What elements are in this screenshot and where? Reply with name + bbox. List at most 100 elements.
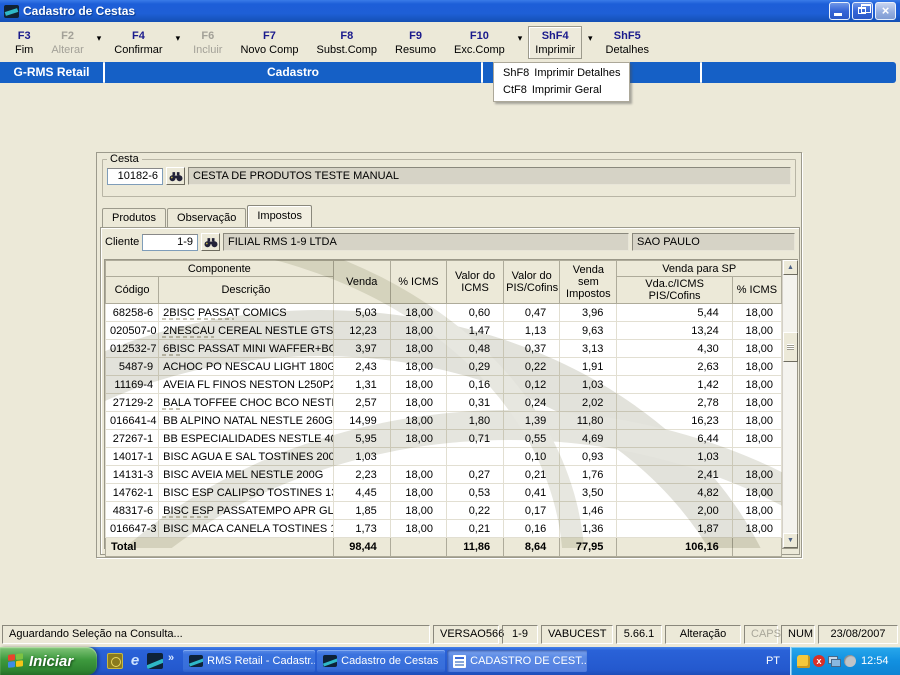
cesta-description-field: CESTA DE PRODUTOS TESTE MANUAL <box>188 167 791 185</box>
cell-descricao: AVEIA FL FINOS NESTON L250P200G <box>158 375 334 394</box>
binoculars-icon <box>169 171 182 181</box>
toolbar-key: F4 <box>131 29 145 42</box>
close-button[interactable]: × <box>875 2 896 20</box>
table-row[interactable]: 14017-1 BISC AGUA E SAL TOSTINES 200G 1,03… <box>104 447 783 466</box>
clock-tray-icon[interactable] <box>844 655 856 667</box>
start-button[interactable]: Iniciar <box>0 647 97 675</box>
cell-descricao: BISC ESP PASSATEMPO APR GLACE <box>158 501 334 520</box>
cesta-code-input[interactable]: 10182-6 <box>107 167 163 185</box>
toolbar-key: ShF4 <box>541 29 569 42</box>
toolbar-dropdown-arrow-icon[interactable]: ▾ <box>584 33 597 44</box>
table-row[interactable]: 016647-3BISC MACA CANELA TOSTINES 180G1,… <box>104 519 783 538</box>
cell-codigo: 020507-0 <box>104 321 160 340</box>
toolbar-button-alterar: F2 Alterar <box>44 26 90 59</box>
table-row[interactable]: 020507-0 2NESCAU CEREAL NESTLE GTS 12,23 18… <box>104 321 783 340</box>
toolbar-button-confirmar[interactable]: F4 Confirmar <box>107 26 169 59</box>
cell-value: 6,44 <box>616 429 733 448</box>
cell-value: 2,00 <box>616 501 733 520</box>
cell-value: 18,00 <box>731 429 783 448</box>
table-row[interactable]: 14762-1BISC ESP CALIPSO TOSTINES 130G4,4… <box>104 483 783 502</box>
impostos-panel: Cliente 1-9 FILIAL RMS 1-9 LTDA SAO PAUL… <box>100 227 800 557</box>
error-tray-icon[interactable]: x <box>813 655 825 667</box>
cell-value: 13,24 <box>616 321 733 340</box>
toolbar-label: Exc.Comp <box>454 43 505 56</box>
table-row[interactable]: 016641-4 BB ALPINO NATAL NESTLE 260G 14,99… <box>104 411 783 430</box>
toolbar-button-incluir: F6 Incluir <box>186 26 229 59</box>
cell-descricao: BB ALPINO NATAL NESTLE 260G <box>158 411 334 430</box>
chevron-double-icon[interactable]: » <box>168 652 174 664</box>
minimize-button[interactable] <box>829 2 850 20</box>
toolbar-button-imprimir[interactable]: ShF4 Imprimir <box>528 25 583 59</box>
toolbar-key: F8 <box>340 29 354 42</box>
total-value: 8,64 <box>503 537 561 557</box>
cell-value: 18,00 <box>389 339 447 358</box>
cell-value: 1,36 <box>559 519 618 538</box>
cell-value: 3,13 <box>559 339 618 358</box>
taskbar-task-rms-retail-cadastr[interactable]: RMS Retail - Cadastr... <box>183 650 316 672</box>
cell-value: 18,00 <box>389 501 447 520</box>
system-tray: x 12:54 <box>790 647 900 675</box>
cell-value: 0,22 <box>445 501 505 520</box>
cell-value: 1,03 <box>616 447 733 466</box>
col-header-venda-sem-impostos: Venda sem Impostos <box>559 260 618 304</box>
toolbar-button-novo-comp[interactable]: F7 Novo Comp <box>233 26 305 59</box>
network-tray-icon[interactable] <box>828 655 841 667</box>
internet-explorer-icon[interactable]: e <box>128 653 142 669</box>
restore-button[interactable] <box>852 2 873 20</box>
launcher-icon[interactable] <box>107 653 123 669</box>
cell-descricao: BALA TOFFEE CHOC BCO NESTLE <box>158 393 334 412</box>
taskbar-task-cadastro-de-cestas[interactable]: Cadastro de Cestas <box>317 650 446 672</box>
cell-value: 2,02 <box>559 393 618 412</box>
status-cell-23-08-2007: 23/08/2007 <box>818 624 898 644</box>
language-indicator[interactable]: PT <box>756 655 790 667</box>
toolbar-dropdown-arrow-icon[interactable]: ▾ <box>172 33 185 44</box>
toolbar-label: Resumo <box>395 43 437 56</box>
table-row[interactable]: 5487-9 ACHOC PO NESCAU LIGHT 180G 2,43 18,0… <box>104 357 783 376</box>
rms-app-icon[interactable] <box>147 653 163 669</box>
table-total: Total 98,44 11,86 8,64 77,95 106,16 <box>105 537 783 557</box>
cesta-search-button[interactable] <box>166 167 185 185</box>
toolbar-button-fim[interactable]: F3 Fim <box>8 26 40 59</box>
toolbar-button-subst-comp[interactable]: F8 Subst.Comp <box>310 26 385 59</box>
cell-value: 0,24 <box>503 393 561 412</box>
toolbar-button-exc-comp[interactable]: F10 Exc.Comp <box>447 26 512 59</box>
scrollbar-thumb[interactable] <box>783 332 798 362</box>
taskbar-task-cadastro-de-cest[interactable]: CADASTRO DE CEST... <box>447 650 588 672</box>
vertical-scrollbar[interactable]: ▲ ▼ <box>782 260 798 548</box>
hand-tray-icon[interactable] <box>797 654 810 668</box>
table-row[interactable]: 68258-6 2BISC PASSAT COMICS 5,03 18,00 0,60 0… <box>104 303 783 322</box>
cell-value: 1,46 <box>559 501 618 520</box>
cell-descricao: BISC MACA CANELA TOSTINES 180G <box>158 519 334 538</box>
cell-descricao: ACHOC PO NESCAU LIGHT 180G <box>158 357 334 376</box>
status-cell-1-9: 1-9 <box>502 624 538 644</box>
cell-value: 12,23 <box>332 321 391 340</box>
toolbar-button-resumo[interactable]: F9 Resumo <box>388 26 443 59</box>
table-row[interactable]: 012532-76BISC PASSAT MINI WAFFER+BONEC3,… <box>104 339 783 358</box>
table-row[interactable]: 14131-3 BISC AVEIA MEL NESTLE 200G 2,23 18,… <box>104 465 783 484</box>
table-row[interactable]: 48317-6BISC ESP PASSATEMPO APR GLACE1,85… <box>104 501 783 520</box>
toolbar-dropdown-arrow-icon[interactable]: ▾ <box>93 33 106 44</box>
status-cell-caps: CAPS <box>744 624 781 644</box>
cell-codigo: 016641-4 <box>104 411 160 430</box>
tab-impostos[interactable]: Impostos <box>247 205 312 227</box>
tab-produtos[interactable]: Produtos <box>102 208 167 227</box>
toolbar-dropdown-arrow-icon[interactable]: ▾ <box>514 33 527 44</box>
cliente-code-input[interactable]: 1-9 <box>142 233 198 251</box>
cell-value: 2,41 <box>616 465 733 484</box>
cell-value: 18,00 <box>731 519 783 538</box>
table-row[interactable]: 11169-4AVEIA FL FINOS NESTON L250P200G1,… <box>104 375 783 394</box>
menu-item-imprimir-geral[interactable]: CtF8 Imprimir Geral <box>494 82 629 99</box>
tab-observa-o[interactable]: Observação <box>167 208 247 227</box>
cliente-city-field: SAO PAULO <box>632 233 795 251</box>
cell-value: 0,17 <box>503 501 561 520</box>
scroll-down-icon[interactable]: ▼ <box>783 533 798 548</box>
table-body: 68258-6 2BISC PASSAT COMICS 5,03 18,00 0,60 0… <box>104 303 783 538</box>
toolbar-button-detalhes[interactable]: ShF5 Detalhes <box>599 26 656 59</box>
menu-item-imprimir-detalhes[interactable]: ShF8 Imprimir Detalhes <box>494 65 629 82</box>
cell-value: 16,23 <box>616 411 733 430</box>
toolbar-key: F9 <box>409 29 422 42</box>
table-row[interactable]: 27129-2 BALA TOFFEE CHOC BCO NESTLE 2,57 18… <box>104 393 783 412</box>
table-row[interactable]: 27267-1 BB ESPECIALIDADES NESTLE 400G 5,95… <box>104 429 783 448</box>
scroll-up-icon[interactable]: ▲ <box>783 260 798 275</box>
cliente-search-button[interactable] <box>201 233 220 251</box>
